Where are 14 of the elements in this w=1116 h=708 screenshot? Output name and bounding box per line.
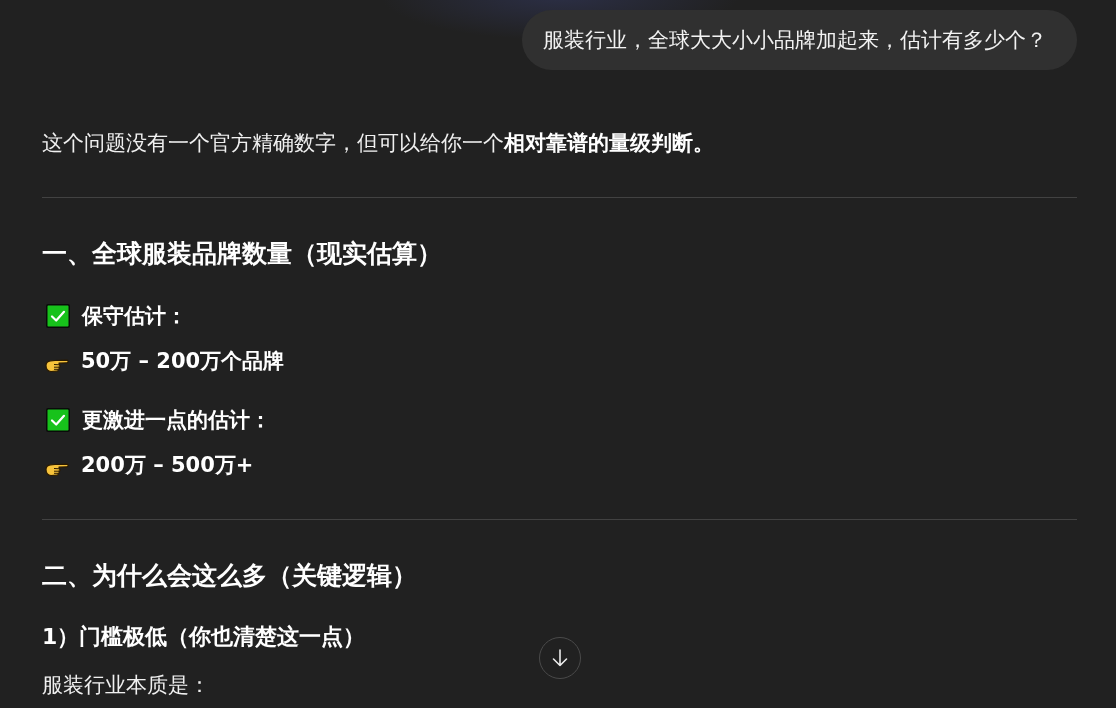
answer-paragraph: 这个问题没有一个官方精确数字，但可以给你一个相对靠谱的量级判断。 [42, 130, 715, 157]
user-message-bubble: 服装行业，全球大大小小品牌加起来，估计有多少个？ [522, 10, 1077, 70]
check-mark-icon [46, 408, 70, 432]
section-heading: 一、全球服装品牌数量（现实估算） [42, 238, 443, 270]
scroll-down-button[interactable] [539, 637, 581, 679]
check-item-label: 更激进一点的估计： [82, 407, 271, 434]
section-heading: 二、为什么会这么多（关键逻辑） [42, 560, 418, 592]
answer-paragraph: 服装行业本质是： [42, 672, 211, 699]
estimate-range: 200万 – 500万+ [81, 452, 254, 479]
arrow-down-icon [552, 649, 568, 667]
subsection-heading: 1）门槛极低（你也清楚这一点） [42, 623, 367, 651]
estimate-range: 50万 – 200万个品牌 [81, 348, 285, 375]
check-item-label: 保守估计： [82, 303, 187, 330]
check-mark-icon [46, 304, 70, 328]
